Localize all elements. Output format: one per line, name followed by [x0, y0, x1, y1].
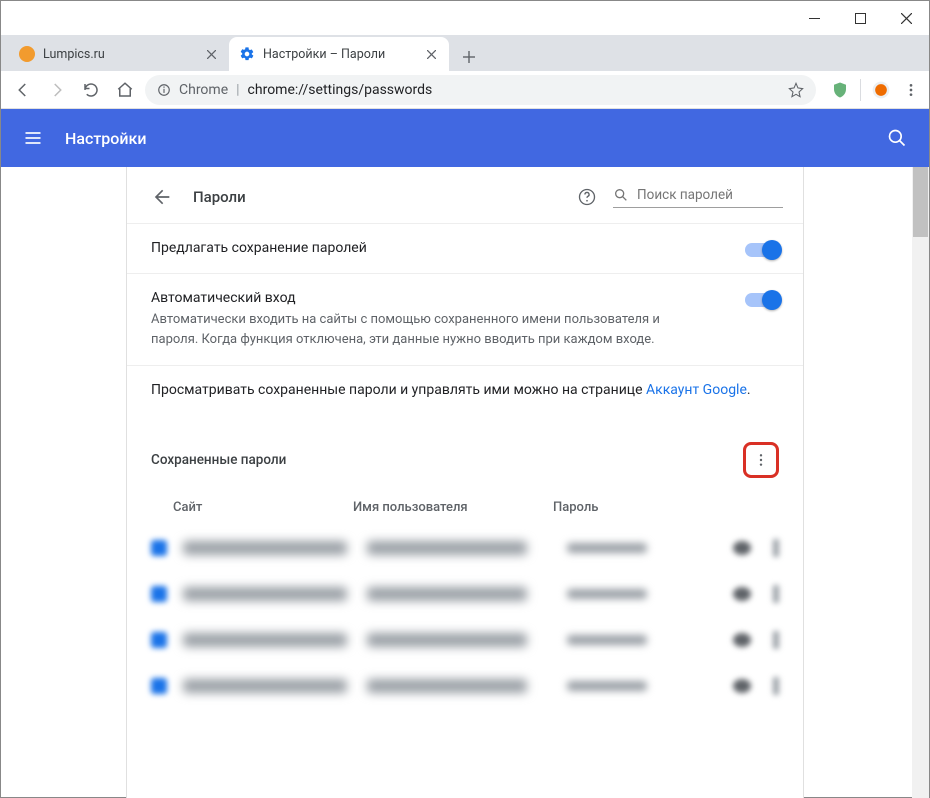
saved-passwords-header: Сохраненные пароли: [127, 414, 803, 486]
site-info-icon[interactable]: [157, 83, 171, 97]
site-cell: [183, 633, 347, 647]
page-header: Пароли Поиск паролей: [127, 167, 803, 223]
search-placeholder: Поиск паролей: [637, 187, 733, 203]
gear-icon: [239, 46, 255, 62]
window-titlebar: [1, 1, 929, 35]
close-icon[interactable]: [423, 46, 439, 62]
help-icon[interactable]: [573, 183, 601, 211]
password-row[interactable]: [127, 663, 803, 709]
site-favicon-icon: [151, 586, 167, 602]
tab-title: Настройки – Пароли: [263, 47, 417, 62]
home-button[interactable]: [111, 76, 139, 104]
passwords-page: Пароли Поиск паролей Предлагать сохранен…: [126, 167, 804, 798]
hamburger-menu-icon[interactable]: [23, 128, 43, 148]
site-cell: [183, 587, 347, 601]
window-frame: Lumpics.ru Настройки – Пароли: [0, 0, 930, 798]
password-search-input[interactable]: Поиск паролей: [613, 187, 783, 208]
auto-signin-row: Автоматический вход Автоматически входит…: [127, 273, 803, 365]
auto-signin-label: Автоматический вход: [151, 290, 745, 306]
password-row[interactable]: [127, 525, 803, 571]
username-cell: [367, 679, 527, 693]
tab-settings-passwords[interactable]: Настройки – Пароли: [229, 37, 449, 71]
back-button[interactable]: [9, 76, 37, 104]
window-minimize-button[interactable]: [791, 1, 837, 35]
url-scheme: Chrome: [179, 82, 228, 98]
manage-text: Просматривать сохраненные пароли и управ…: [151, 382, 646, 398]
back-arrow-icon[interactable]: [147, 183, 175, 211]
scrollbar[interactable]: [912, 167, 929, 798]
saved-passwords-label: Сохраненные пароли: [151, 452, 743, 468]
forward-button[interactable]: [43, 76, 71, 104]
reload-button[interactable]: [77, 76, 105, 104]
tab-lumpics[interactable]: Lumpics.ru: [9, 37, 229, 71]
bookmark-star-icon[interactable]: [788, 82, 804, 98]
column-password: Пароль: [553, 500, 779, 515]
show-password-icon[interactable]: [733, 587, 751, 601]
close-icon[interactable]: [203, 46, 219, 62]
password-cell: [567, 681, 647, 691]
window-maximize-button[interactable]: [837, 1, 883, 35]
offer-save-row: Предлагать сохранение паролей: [127, 223, 803, 273]
password-cell: [567, 635, 647, 645]
google-account-link[interactable]: Аккаунт Google: [646, 382, 747, 398]
adguard-extension-icon[interactable]: [830, 80, 850, 100]
offer-save-label: Предлагать сохранение паролей: [151, 240, 745, 256]
scrollbar-thumb[interactable]: [913, 167, 928, 237]
site-cell: [183, 679, 347, 693]
password-cell: [567, 589, 647, 599]
show-password-icon[interactable]: [733, 633, 751, 647]
password-table-header: Сайт Имя пользователя Пароль: [127, 486, 803, 525]
username-cell: [367, 633, 527, 647]
settings-title: Настройки: [65, 129, 887, 148]
site-favicon-icon: [151, 540, 167, 556]
profile-avatar-icon[interactable]: [871, 80, 891, 100]
show-password-icon[interactable]: [733, 541, 751, 555]
site-favicon-icon: [151, 632, 167, 648]
page-title: Пароли: [193, 188, 573, 206]
url-divider: |: [236, 82, 239, 98]
address-bar[interactable]: Chrome | chrome://settings/passwords: [145, 75, 816, 105]
offer-save-toggle[interactable]: [745, 243, 779, 257]
auto-signin-description: Автоматически входить на сайты с помощью…: [151, 310, 691, 349]
site-cell: [183, 541, 347, 555]
tab-title: Lumpics.ru: [43, 47, 197, 62]
show-password-icon[interactable]: [733, 679, 751, 693]
saved-passwords-more-button[interactable]: [743, 442, 779, 478]
toolbar-separator: [860, 79, 861, 101]
row-more-icon[interactable]: [773, 539, 779, 557]
row-more-icon[interactable]: [773, 677, 779, 695]
password-list: [127, 525, 803, 709]
password-row[interactable]: [127, 617, 803, 663]
settings-content: Пароли Поиск паролей Предлагать сохранен…: [1, 167, 929, 798]
manage-passwords-info: Просматривать сохраненные пароли и управ…: [127, 365, 803, 414]
new-tab-button[interactable]: [455, 43, 483, 71]
search-icon[interactable]: [887, 128, 907, 148]
column-username: Имя пользователя: [353, 500, 553, 515]
url-text: chrome://settings/passwords: [248, 82, 433, 98]
favicon-icon: [19, 46, 35, 62]
password-cell: [567, 543, 647, 553]
auto-signin-toggle[interactable]: [745, 293, 779, 307]
row-more-icon[interactable]: [773, 585, 779, 603]
username-cell: [367, 587, 527, 601]
tab-strip: Lumpics.ru Настройки – Пароли: [1, 35, 929, 71]
column-site: Сайт: [173, 500, 353, 515]
window-close-button[interactable]: [883, 1, 929, 35]
site-favicon-icon: [151, 678, 167, 694]
browser-toolbar: Chrome | chrome://settings/passwords: [1, 71, 929, 109]
password-row[interactable]: [127, 571, 803, 617]
username-cell: [367, 541, 527, 555]
settings-app-header: Настройки: [1, 109, 929, 167]
row-more-icon[interactable]: [773, 631, 779, 649]
browser-menu-button[interactable]: [901, 80, 921, 100]
